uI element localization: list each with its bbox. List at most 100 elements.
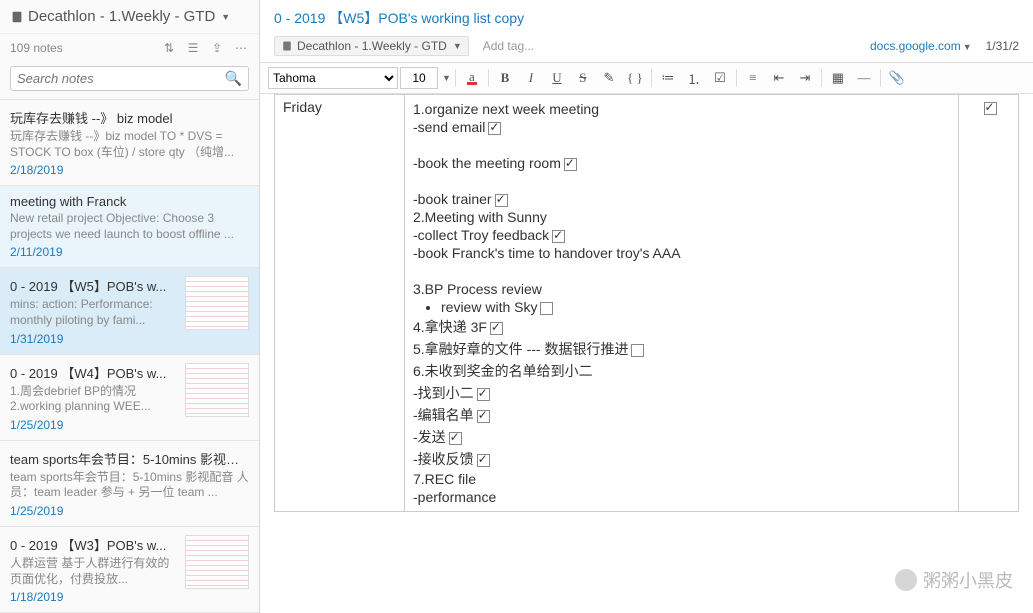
notebook-icon bbox=[10, 10, 24, 24]
source-url[interactable]: docs.google.com▼ bbox=[870, 39, 972, 53]
checkbox[interactable] bbox=[552, 230, 565, 243]
search-input[interactable] bbox=[17, 71, 225, 86]
task-line[interactable]: -performance bbox=[413, 489, 950, 505]
task-line[interactable]: -collect Troy feedback bbox=[413, 227, 950, 243]
sort-icon[interactable]: ⇅ bbox=[161, 40, 177, 56]
task-line[interactable]: 3.BP Process review bbox=[413, 281, 950, 297]
note-item-snippet: 人群运营 基于人群进行有效的页面优化，付费投放... bbox=[10, 556, 179, 587]
task-line[interactable]: 1.organize next week meeting bbox=[413, 101, 950, 117]
notebook-name: Decathlon - 1.Weekly - GTD bbox=[28, 8, 215, 25]
checkbox[interactable] bbox=[540, 302, 553, 315]
note-item[interactable]: 0 - 2019 【W5】POB's w... mins: action: Per… bbox=[0, 268, 259, 354]
day-cell[interactable]: Friday bbox=[275, 95, 405, 512]
italic-button[interactable]: I bbox=[519, 67, 543, 89]
task-line[interactable]: -send email bbox=[413, 119, 950, 135]
outdent-button[interactable]: ⇤ bbox=[767, 67, 791, 89]
note-title[interactable]: 0 - 2019 【W5】POB's working list copy bbox=[260, 0, 1033, 32]
number-list-button[interactable]: ⒈ bbox=[682, 67, 706, 89]
note-date: 1/31/2 bbox=[986, 39, 1019, 53]
notebook-pill-label: Decathlon - 1.Weekly - GTD bbox=[297, 39, 447, 53]
notebook-pill[interactable]: Decathlon - 1.Weekly - GTD ▼ bbox=[274, 36, 469, 56]
checkbox[interactable] bbox=[449, 432, 462, 445]
note-item-date: 1/18/2019 bbox=[10, 590, 179, 604]
note-item-title: team sports年会节目：5-10mins 影视配音 bbox=[10, 449, 249, 468]
task-line[interactable]: 6.未收到奖金的名单给到小二 bbox=[413, 361, 950, 381]
note-item-title: 0 - 2019 【W5】POB's w... bbox=[10, 276, 179, 295]
task-line[interactable] bbox=[413, 137, 950, 153]
note-count: 109 notes bbox=[10, 41, 153, 55]
task-line[interactable]: -book the meeting room bbox=[413, 155, 950, 171]
task-line[interactable] bbox=[413, 263, 950, 279]
task-line[interactable]: -发送 bbox=[413, 427, 950, 447]
checkbox[interactable] bbox=[477, 410, 490, 423]
watermark-icon bbox=[895, 569, 917, 591]
share-icon[interactable]: ⇪ bbox=[209, 40, 225, 56]
task-table: Friday 1.organize next week meeting -send… bbox=[274, 94, 1019, 512]
note-item-title: 0 - 2019 【W4】POB's w... bbox=[10, 363, 179, 382]
add-tag[interactable]: Add tag... bbox=[483, 39, 534, 53]
note-thumbnail bbox=[185, 276, 249, 330]
chevron-down-icon: ▼ bbox=[221, 12, 230, 22]
search-icon[interactable]: 🔍 bbox=[225, 70, 242, 87]
note-item[interactable]: meeting with FranckNew retail project Ob… bbox=[0, 186, 259, 268]
notebook-icon bbox=[281, 40, 293, 52]
note-item[interactable]: 玩库存去赚钱 --》 biz model玩库存去赚钱 --》biz model … bbox=[0, 100, 259, 186]
checkbox[interactable] bbox=[564, 158, 577, 171]
task-line[interactable]: -book trainer bbox=[413, 191, 950, 207]
indent-button[interactable]: ⇥ bbox=[793, 67, 817, 89]
strike-button[interactable]: S bbox=[571, 67, 595, 89]
more-icon[interactable]: ⋯ bbox=[233, 40, 249, 56]
note-content[interactable]: Friday 1.organize next week meeting -send… bbox=[260, 94, 1033, 613]
checkbox[interactable] bbox=[631, 344, 644, 357]
search-box[interactable]: 🔍 bbox=[10, 66, 249, 91]
code-button[interactable]: { } bbox=[623, 67, 647, 89]
sidebar-toolbar: 109 notes ⇅ ☰ ⇪ ⋯ bbox=[0, 34, 259, 62]
bullet-list-button[interactable]: ≔ bbox=[656, 67, 680, 89]
align-button[interactable]: ≡ bbox=[741, 67, 765, 89]
chevron-down-icon[interactable]: ▼ bbox=[442, 73, 451, 83]
sidebar-header: Decathlon - 1.Weekly - GTD ▼ bbox=[0, 0, 259, 34]
table-button[interactable]: ▦ bbox=[826, 67, 850, 89]
note-item[interactable]: 0 - 2019 【W3】POB's w...人群运营 基于人群进行有效的页面优… bbox=[0, 527, 259, 613]
done-cell[interactable] bbox=[959, 95, 1019, 512]
hr-button[interactable]: — bbox=[852, 67, 876, 89]
watermark: 粥粥小黑皮 bbox=[895, 567, 1013, 593]
task-line[interactable]: 7.REC file bbox=[413, 471, 950, 487]
font-size-input[interactable] bbox=[400, 67, 438, 89]
checkbox-button[interactable]: ☑ bbox=[708, 67, 732, 89]
checkbox[interactable] bbox=[477, 454, 490, 467]
task-line[interactable]: review with Sky bbox=[441, 299, 950, 315]
checkbox[interactable] bbox=[488, 122, 501, 135]
checkbox[interactable] bbox=[984, 102, 997, 115]
checkbox[interactable] bbox=[495, 194, 508, 207]
sidebar: Decathlon - 1.Weekly - GTD ▼ 109 notes ⇅… bbox=[0, 0, 260, 613]
format-toolbar: Tahoma ▼ a B I U S ✎ { } ≔ ⒈ ☑ ≡ ⇤ ⇥ ▦ —… bbox=[260, 62, 1033, 94]
task-line[interactable]: 2.Meeting with Sunny bbox=[413, 209, 950, 225]
tasks-cell[interactable]: 1.organize next week meeting-send email … bbox=[405, 95, 959, 512]
note-item[interactable]: team sports年会节目：5-10mins 影视配音team sports… bbox=[0, 441, 259, 527]
note-item-snippet: mins: action: Performance: monthly pilot… bbox=[10, 297, 179, 328]
meta-row: Decathlon - 1.Weekly - GTD ▼ Add tag... … bbox=[260, 32, 1033, 62]
notebook-selector[interactable]: Decathlon - 1.Weekly - GTD ▼ bbox=[10, 8, 249, 25]
bold-button[interactable]: B bbox=[493, 67, 517, 89]
list-view-icon[interactable]: ☰ bbox=[185, 40, 201, 56]
main-pane: 0 - 2019 【W5】POB's working list copy Dec… bbox=[260, 0, 1033, 613]
task-line[interactable] bbox=[413, 173, 950, 189]
note-item[interactable]: 0 - 2019 【W4】POB's w...1.周会debrief BP的情况… bbox=[0, 355, 259, 441]
task-line[interactable]: 4.拿快递 3F bbox=[413, 317, 950, 337]
highlight-button[interactable]: ✎ bbox=[597, 67, 621, 89]
note-item-title: meeting with Franck bbox=[10, 194, 249, 209]
task-line[interactable]: -编辑名单 bbox=[413, 405, 950, 425]
checkbox[interactable] bbox=[477, 388, 490, 401]
checkbox[interactable] bbox=[490, 322, 503, 335]
font-color-button[interactable]: a bbox=[460, 67, 484, 89]
underline-button[interactable]: U bbox=[545, 67, 569, 89]
task-line[interactable]: -接收反馈 bbox=[413, 449, 950, 469]
note-item-snippet: 玩库存去赚钱 --》biz model TO * DVS = STOCK TO … bbox=[10, 129, 249, 160]
task-line[interactable]: -book Franck's time to handover troy's A… bbox=[413, 245, 950, 261]
task-line[interactable]: -找到小二 bbox=[413, 383, 950, 403]
task-line[interactable]: 5.拿融好章的文件 --- 数据银行推进 bbox=[413, 339, 950, 359]
note-thumbnail bbox=[185, 363, 249, 417]
font-select[interactable]: Tahoma bbox=[268, 67, 398, 89]
attach-button[interactable]: 📎 bbox=[885, 67, 909, 89]
